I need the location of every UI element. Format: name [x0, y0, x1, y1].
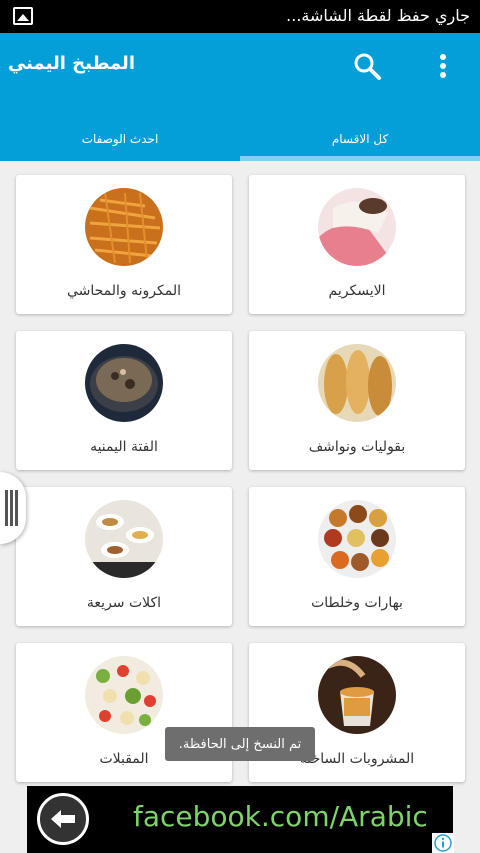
pasta-photo	[85, 188, 163, 266]
category-label: اكلات سريعة	[86, 595, 162, 611]
category-label: الفتة اليمنيه	[90, 439, 158, 455]
category-card-ice-cream[interactable]: الايسكريم	[249, 175, 465, 314]
gallery-icon	[13, 7, 33, 25]
category-label: الايسكريم	[328, 283, 386, 299]
category-card-legumes[interactable]: بقوليات ونواشف	[249, 331, 465, 470]
app-bar: المطبخ اليمني احدث الوصفات كل الاقسام	[0, 33, 480, 161]
category-card-spices[interactable]: بهارات وخلطات	[249, 487, 465, 626]
ad-banner[interactable]: facebook.com/Arabic	[27, 786, 453, 853]
tab-label: احدث الوصفات	[81, 132, 159, 146]
hot-drink-photo	[318, 656, 396, 734]
fatta-photo	[85, 344, 163, 422]
category-label: بقوليات ونواشف	[308, 439, 406, 455]
category-card-hot-drinks[interactable]: المشروبات الساخنة	[249, 643, 465, 782]
status-bar: جاري حفظ لقطة الشاشة...	[0, 0, 480, 33]
tab-label: كل الاقسام	[331, 132, 389, 146]
ice-cream-photo	[318, 188, 396, 266]
bread-photo	[318, 344, 396, 422]
salad-photo	[85, 656, 163, 734]
ad-text[interactable]: facebook.com/Arabic	[133, 800, 428, 833]
more-options-icon[interactable]	[432, 53, 454, 79]
category-card-fast-food[interactable]: اكلات سريعة	[16, 487, 232, 626]
tab-latest-recipes[interactable]: احدث الوصفات	[0, 117, 240, 161]
ad-info-icon[interactable]	[432, 833, 454, 853]
back-arrow-icon[interactable]	[37, 793, 89, 845]
category-card-pasta[interactable]: المكرونه والمحاشي	[16, 175, 232, 314]
category-card-yemeni-fatta[interactable]: الفتة اليمنيه	[16, 331, 232, 470]
status-text: جاري حفظ لقطة الشاشة...	[286, 6, 470, 25]
category-label: بهارات وخلطات	[311, 595, 403, 611]
tab-all-categories[interactable]: كل الاقسام	[240, 117, 480, 161]
search-icon[interactable]	[352, 51, 382, 81]
spices-photo	[318, 500, 396, 578]
app-title: المطبخ اليمني	[7, 53, 135, 74]
toast-message: تم النسخ إلى الحافظة.	[165, 727, 315, 761]
tab-indicator	[240, 156, 480, 161]
category-card-appetizers[interactable]: المقبلات	[16, 643, 232, 782]
fast-food-photo	[85, 500, 163, 578]
category-label: المكرونه والمحاشي	[66, 283, 182, 299]
